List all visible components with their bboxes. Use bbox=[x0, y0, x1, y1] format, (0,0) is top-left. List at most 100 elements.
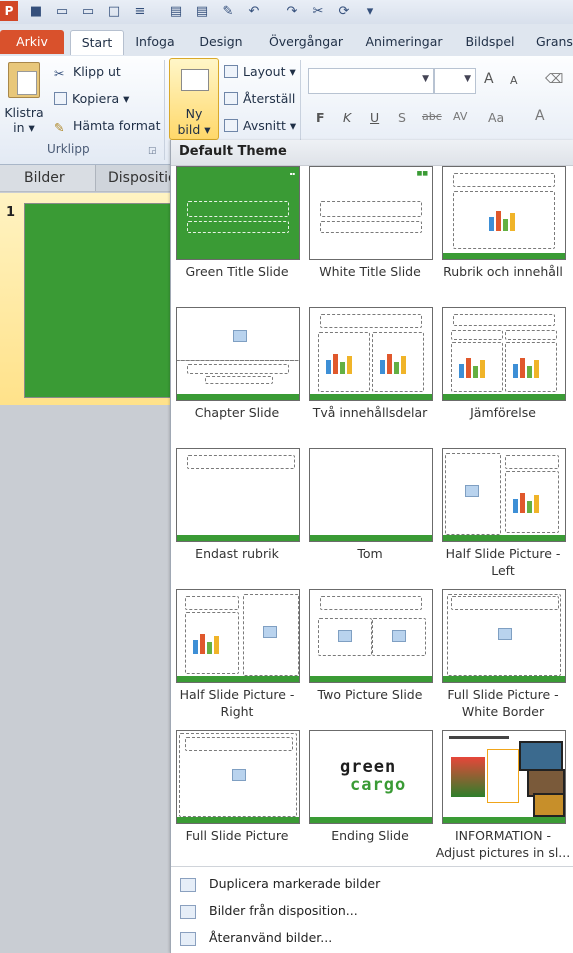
tab-animeringar[interactable]: Animeringar bbox=[362, 30, 446, 54]
footer-bar bbox=[177, 394, 299, 400]
font-name-field[interactable]: ▼ bbox=[308, 68, 434, 94]
tab-start[interactable]: Start bbox=[70, 30, 124, 55]
italic-button[interactable]: K bbox=[343, 110, 351, 125]
paste-special-icon[interactable]: ▤ bbox=[194, 4, 210, 20]
format-painter-icon[interactable]: ✎ bbox=[220, 4, 236, 20]
cut-button[interactable]: ✂ Klipp ut bbox=[54, 64, 121, 81]
footer-bar bbox=[443, 676, 565, 682]
group-divider bbox=[164, 60, 165, 160]
logo-text-cargo: cargo bbox=[350, 775, 407, 795]
tab-overgangar[interactable]: Övergångar bbox=[266, 30, 346, 54]
title-placeholder bbox=[187, 201, 289, 217]
chart-icon bbox=[487, 205, 523, 231]
subtitle-placeholder bbox=[320, 221, 422, 233]
footer-bar bbox=[443, 394, 565, 400]
layout-thumbnail bbox=[442, 307, 566, 401]
folder-icon[interactable]: ▭ bbox=[80, 4, 96, 20]
scissors-icon: ✂ bbox=[54, 66, 65, 81]
picture-icon bbox=[465, 485, 479, 497]
heading-placeholder-right bbox=[505, 330, 557, 340]
title-placeholder bbox=[187, 455, 295, 469]
tab-disposition[interactable]: Dispositio bbox=[95, 165, 170, 191]
title-placeholder bbox=[453, 173, 555, 187]
new-document-icon[interactable]: □ bbox=[106, 4, 122, 20]
layout-name-line1: Full Slide Picture - bbox=[447, 687, 559, 702]
photo-icon bbox=[533, 793, 565, 817]
reset-button[interactable]: Återställ bbox=[224, 91, 295, 106]
cut-icon[interactable]: ✂ bbox=[310, 4, 326, 20]
slide-thumbnail[interactable] bbox=[24, 203, 172, 398]
change-case-button[interactable]: Aa bbox=[488, 110, 504, 125]
layout-thumbnail bbox=[442, 730, 566, 824]
open-folder-icon[interactable]: ▭ bbox=[54, 4, 70, 20]
layout-name: Full Slide Picture bbox=[185, 828, 289, 843]
layout-thumbnail bbox=[309, 307, 433, 401]
shadow-button[interactable]: S bbox=[398, 110, 406, 125]
format-painter-button[interactable]: ✎ Hämta format bbox=[54, 118, 160, 135]
clear-formatting-icon[interactable]: ⌫ bbox=[545, 72, 563, 87]
tab-infoga[interactable]: Infoga bbox=[132, 30, 178, 54]
section-button[interactable]: Avsnitt ▾ bbox=[224, 118, 296, 133]
save-icon[interactable]: ■ bbox=[28, 4, 44, 20]
footer-bar bbox=[310, 817, 432, 823]
paste-label-line1: Klistra bbox=[4, 105, 44, 120]
underline-button[interactable]: U bbox=[370, 110, 379, 125]
new-slide-icon bbox=[181, 69, 209, 91]
heading-bar bbox=[449, 736, 509, 739]
list-icon[interactable]: ≡ bbox=[132, 4, 148, 20]
undo-icon[interactable]: ↶ bbox=[246, 4, 262, 20]
font-color-button[interactable]: A bbox=[535, 108, 545, 124]
photo-icon bbox=[519, 741, 563, 771]
strikethrough-button[interactable]: abc bbox=[422, 110, 442, 123]
footer-bar bbox=[443, 253, 565, 259]
picture-icon bbox=[338, 630, 352, 642]
repeat-icon[interactable]: ⟳ bbox=[336, 4, 352, 20]
footer-bar bbox=[177, 535, 299, 541]
layout-name: Tom bbox=[357, 546, 383, 561]
reset-icon bbox=[224, 92, 238, 105]
picture-icon bbox=[233, 330, 247, 342]
layout-name: Green Title Slide bbox=[185, 264, 289, 279]
layout-name-line1: Half Slide Picture - bbox=[445, 546, 561, 561]
shrink-font-button[interactable]: A bbox=[510, 74, 518, 87]
title-placeholder bbox=[320, 596, 422, 610]
layout-thumbnail: ▪▪ bbox=[176, 166, 300, 260]
customize-toolbar-icon[interactable]: ▾ bbox=[362, 4, 378, 20]
layout-name-line2: Adjust pictures in sl... bbox=[435, 845, 571, 860]
text-box-icon bbox=[487, 749, 519, 803]
tab-arkiv[interactable]: Arkiv bbox=[0, 30, 64, 54]
gallery-header: Default Theme bbox=[171, 140, 573, 166]
picture-icon bbox=[498, 628, 512, 640]
layout-button[interactable]: Layout ▾ bbox=[224, 64, 296, 79]
redo-icon[interactable]: ↷ bbox=[284, 4, 300, 20]
title-placeholder bbox=[187, 364, 289, 374]
layout-thumbnail bbox=[309, 448, 433, 542]
layout-name-line1: Half Slide Picture - bbox=[179, 687, 295, 702]
grow-font-button[interactable]: A bbox=[484, 71, 494, 87]
reuse-slides-icon bbox=[180, 932, 196, 946]
tab-granska[interactable]: Grans bbox=[536, 30, 573, 54]
copy-button[interactable]: Kopiera ▾ bbox=[54, 91, 129, 106]
dialog-launcher-icon[interactable]: ◲ bbox=[148, 146, 157, 156]
tab-bilder[interactable]: Bilder bbox=[24, 165, 65, 191]
chart-icon bbox=[511, 352, 547, 378]
chart-icon bbox=[511, 487, 547, 513]
font-size-field[interactable]: ▼ bbox=[434, 68, 476, 94]
layout-name: Ending Slide bbox=[331, 828, 409, 843]
tab-design[interactable]: Design bbox=[196, 30, 246, 54]
powerpoint-logo-icon[interactable]: P bbox=[0, 1, 18, 21]
subtitle-placeholder bbox=[187, 221, 289, 233]
bold-button[interactable]: F bbox=[316, 110, 325, 125]
new-slide-button[interactable]: Ny bild ▾ bbox=[169, 58, 219, 140]
tab-bildspel[interactable]: Bildspel bbox=[462, 30, 518, 54]
paste-icon[interactable]: ▤ bbox=[168, 4, 184, 20]
brand-logo-icon: ▪▪ bbox=[289, 171, 295, 176]
dropdown-arrow-icon: ▼ bbox=[464, 74, 471, 84]
layout-name: Jämförelse bbox=[470, 405, 536, 420]
char-spacing-button[interactable]: AV bbox=[453, 110, 467, 123]
layout-thumbnail: green cargo bbox=[309, 730, 433, 824]
layout-name: Rubrik och innehåll bbox=[443, 264, 563, 279]
footer-bar bbox=[310, 535, 432, 541]
layout-name-line2: Right bbox=[220, 704, 254, 719]
paste-button[interactable]: Klistra in ▾ bbox=[4, 105, 44, 135]
